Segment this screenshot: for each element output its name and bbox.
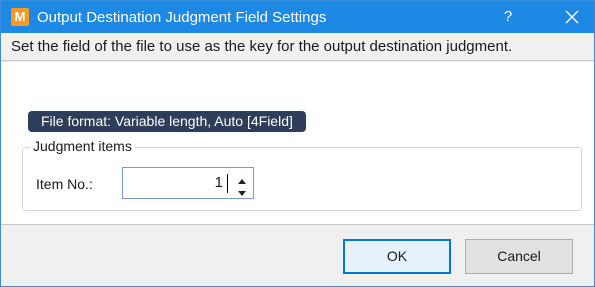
title-bar[interactable]: M Output Destination Judgment Field Sett…	[1, 1, 594, 33]
settings-dialog: M Output Destination Judgment Field Sett…	[0, 0, 595, 287]
cancel-button[interactable]: Cancel	[465, 239, 573, 274]
judgment-items-group: Judgment items Item No.: 1	[22, 138, 582, 211]
spin-up-button[interactable]	[235, 171, 249, 184]
item-no-stepper[interactable]: 1	[122, 167, 254, 199]
description-band: Set the field of the file to use as the …	[1, 33, 594, 61]
content-area: File format: Variable length, Auto [4Fie…	[1, 62, 594, 225]
chevron-down-icon	[238, 191, 246, 196]
item-no-label: Item No.:	[36, 176, 93, 192]
close-button[interactable]	[551, 1, 593, 33]
item-no-value[interactable]: 1	[215, 174, 223, 191]
spin-down-button[interactable]	[235, 184, 249, 196]
ok-button[interactable]: OK	[343, 239, 451, 274]
close-icon	[565, 10, 579, 24]
text-caret	[227, 174, 228, 193]
help-button[interactable]: ?	[488, 1, 528, 33]
window-title: Output Destination Judgment Field Settin…	[37, 9, 327, 26]
app-icon: M	[11, 8, 29, 26]
judgment-items-legend: Judgment items	[30, 138, 135, 154]
file-format-badge: File format: Variable length, Auto [4Fie…	[28, 111, 306, 132]
description-text: Set the field of the file to use as the …	[11, 38, 513, 55]
